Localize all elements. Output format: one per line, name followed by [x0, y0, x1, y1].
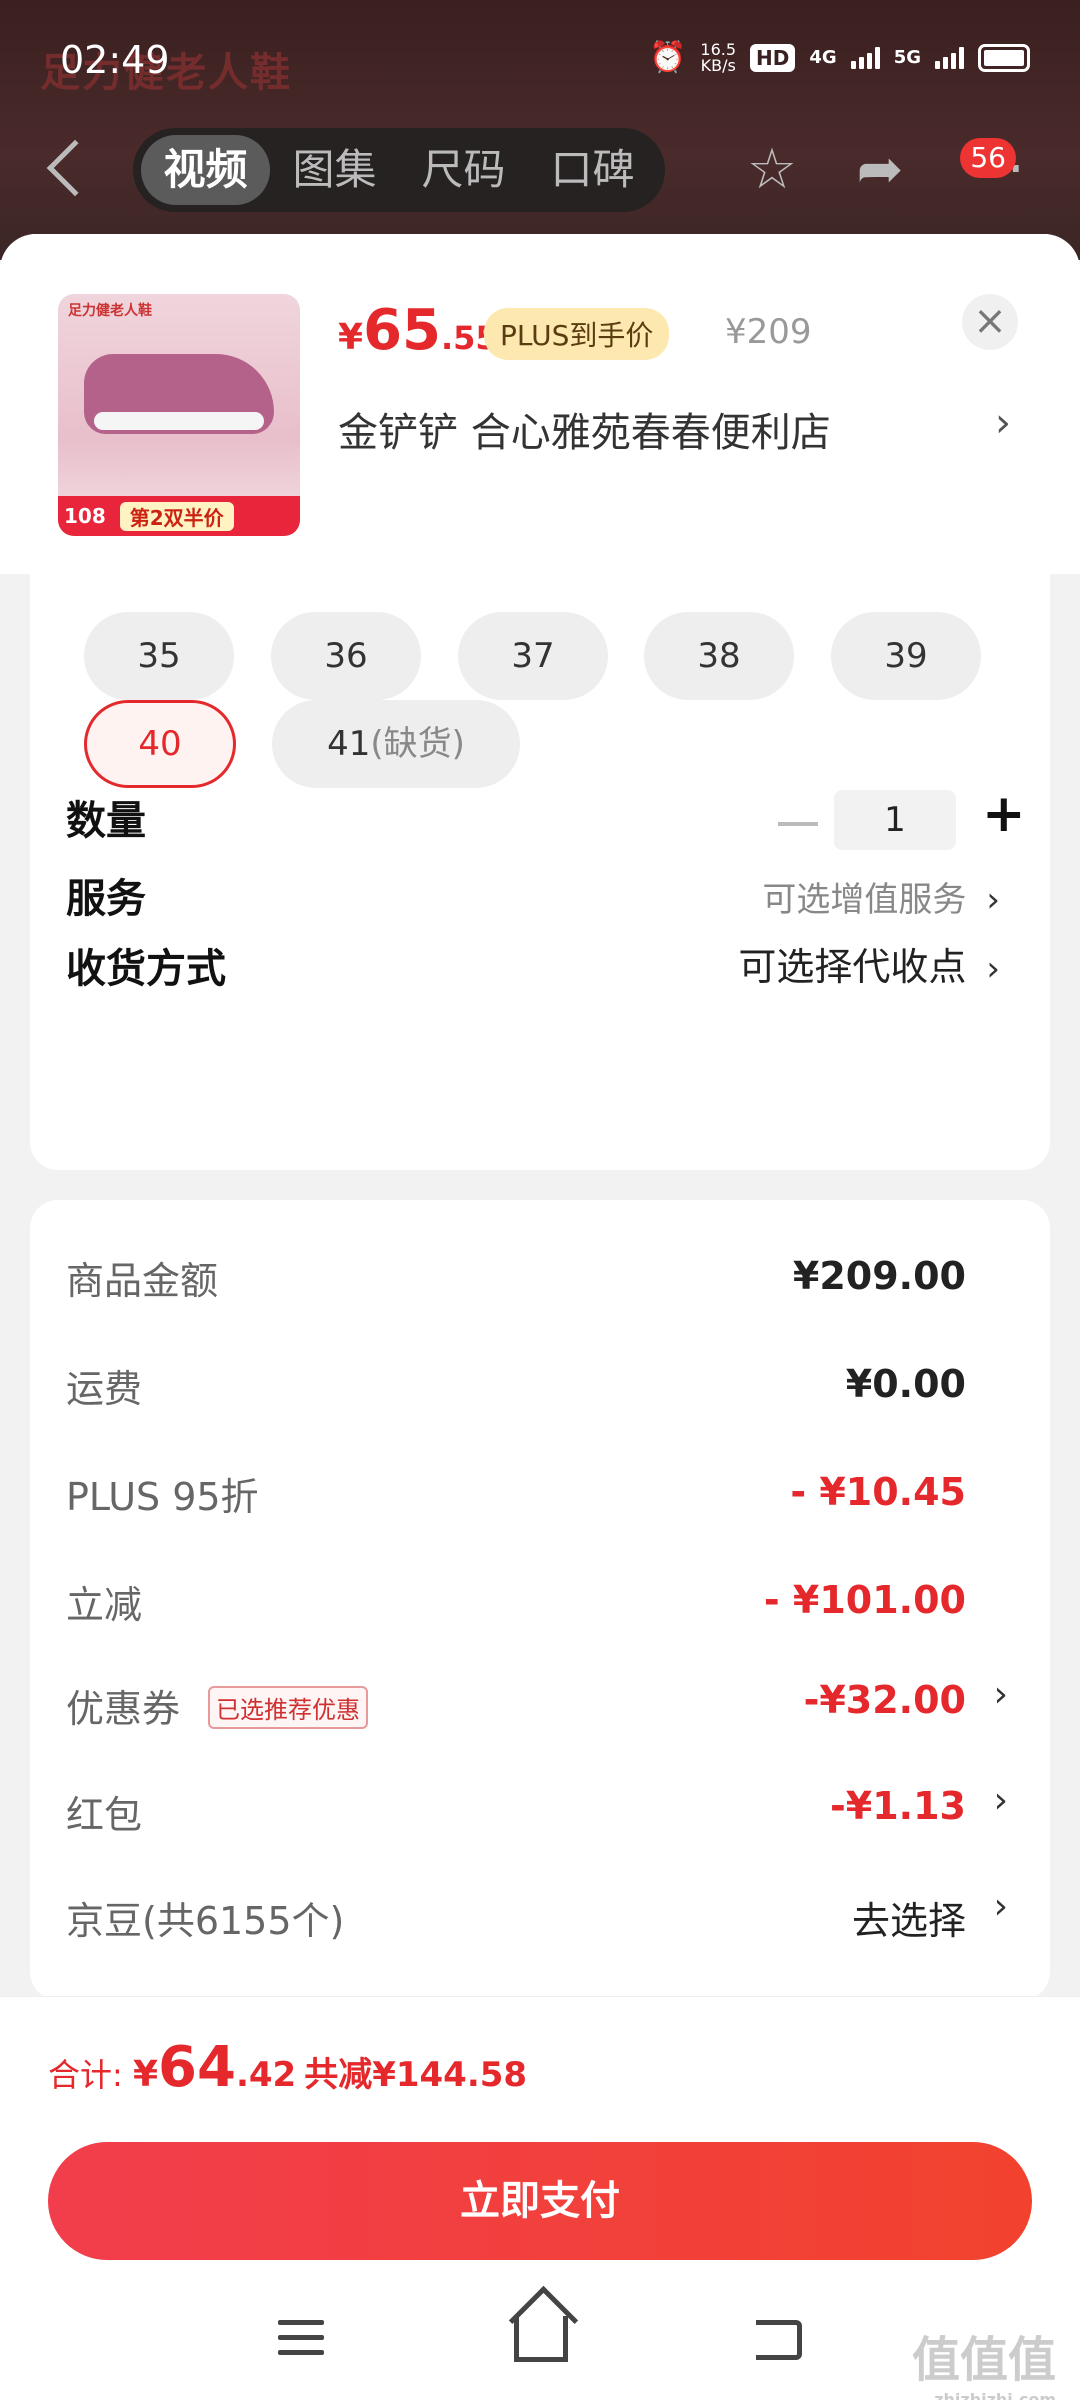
pay-now-button[interactable]: 立即支付 [48, 2142, 1032, 2260]
network-5g: 5G [893, 47, 921, 68]
product-thumbnail[interactable]: 足力健老人鞋 108 第2双半价 [58, 294, 300, 536]
watermark-main: 值值值 [911, 2332, 1056, 2388]
shop-chevron-icon[interactable]: › [995, 400, 1011, 446]
status-icons: ⏰ 16.5 KB/s HD 4G 5G [649, 40, 1030, 75]
service-selector[interactable]: 可选增值服务 › [762, 872, 1000, 921]
instant-discount-value: - ¥101.00 [763, 1578, 966, 1622]
plus-discount-label: PLUS 95折 [66, 1475, 259, 1519]
price-currency: ¥ [338, 317, 364, 358]
goods-amount-value: ¥209.00 [792, 1254, 966, 1298]
home-icon[interactable] [514, 2316, 568, 2362]
chevron-right-icon: › [986, 880, 1000, 920]
delivery-value: 可选择代收点 [738, 945, 967, 989]
total-integer: 64 [158, 2035, 236, 2100]
tab-video[interactable]: 视频 [141, 135, 270, 205]
red-packet-label: 红包 [66, 1793, 143, 1837]
jingdou-select[interactable]: 去选择 [852, 1890, 966, 1945]
message-badge: 56 [960, 138, 1016, 178]
promo-half-price: 第2双半价 [119, 501, 234, 531]
size-option[interactable]: 36 [271, 612, 421, 700]
size-value: 41 [327, 724, 371, 764]
share-icon[interactable]: ➦ [850, 142, 910, 202]
size-option-selected[interactable]: 40 [84, 700, 236, 788]
original-price: ¥209 [725, 312, 812, 352]
shop-name[interactable]: 金铲铲 合心雅苑春春便利店 [338, 400, 831, 458]
plus-price-tag: PLUS到手价 [484, 308, 670, 360]
quantity-label: 数量 [66, 798, 146, 844]
more-icon[interactable]: ··· 56 [958, 138, 1038, 202]
coupon-value[interactable]: -¥32.00 [804, 1678, 966, 1722]
chevron-right-icon[interactable]: › [994, 1780, 1008, 1821]
delivery-label: 收货方式 [66, 946, 226, 992]
options-card: 35 36 37 38 39 40 41(缺货) 数量 1 + 服务 可选增值服… [30, 570, 1050, 1170]
thumbnail-logo: 足力健老人鞋 [68, 303, 152, 319]
size-option[interactable]: 35 [84, 612, 234, 700]
chevron-right-icon[interactable]: › [994, 1886, 1008, 1927]
back-icon[interactable] [46, 139, 104, 197]
chevron-right-icon[interactable]: › [994, 1674, 1008, 1715]
size-option[interactable]: 38 [644, 612, 794, 700]
alarm-icon: ⏰ [649, 40, 687, 75]
fee-breakdown-card: 商品金额 ¥209.00 运费 ¥0.00 PLUS 95折 - ¥10.45 … [30, 1200, 1050, 2000]
watermark-sub: zhizhizhi.com [934, 2390, 1056, 2400]
hd-icon: HD [750, 43, 796, 72]
status-time: 02:49 [60, 38, 170, 82]
promo-number: 108 [64, 504, 106, 528]
jingdou-label: 京豆(共6155个) [66, 1899, 345, 1943]
total-decimal: .42 [235, 2055, 297, 2095]
size-option-out-of-stock[interactable]: 41(缺货) [272, 700, 520, 788]
favorite-star-icon[interactable]: ☆ [742, 142, 802, 202]
out-of-stock-label: (缺货) [370, 724, 465, 764]
instant-discount-label: 立减 [66, 1583, 143, 1627]
menu-icon[interactable] [278, 2320, 324, 2365]
close-button[interactable]: × [962, 294, 1018, 350]
tab-size[interactable]: 尺码 [399, 135, 528, 205]
total-saved: 共减¥144.58 [304, 2055, 528, 2095]
quantity-input[interactable]: 1 [834, 790, 956, 850]
battery-icon [978, 43, 1030, 72]
plus-discount-value: - ¥10.45 [790, 1470, 966, 1514]
chevron-right-icon: › [986, 949, 1000, 989]
total-label: 合计: [48, 2056, 133, 2094]
product-price: ¥65.55 [338, 298, 498, 363]
total-currency: ¥ [132, 2054, 159, 2095]
product-header: 足力健老人鞋 108 第2双半价 ¥65.55 PLUS到手价 ¥209 × 金… [0, 234, 1080, 574]
thumbnail-promo-strip: 108 第2双半价 [58, 496, 300, 536]
tab-gallery[interactable]: 图集 [270, 135, 399, 205]
service-value: 可选增值服务 [762, 880, 967, 920]
net-speed: 16.5 KB/s [700, 41, 736, 75]
shipping-value: ¥0.00 [845, 1362, 966, 1406]
size-option[interactable]: 37 [458, 612, 608, 700]
coupon-recommended-tag: 已选推荐优惠 [208, 1686, 368, 1729]
signal-icon [850, 46, 880, 69]
shoe-sole [94, 412, 264, 430]
order-total: 合计: ¥64.42 共减¥144.58 [48, 2035, 527, 2100]
delivery-selector[interactable]: 可选择代收点 › [738, 936, 1000, 991]
coupon-label: 优惠券 [66, 1687, 181, 1731]
shipping-label: 运费 [66, 1367, 143, 1411]
red-packet-value[interactable]: -¥1.13 [830, 1784, 966, 1828]
tab-reviews[interactable]: 口碑 [528, 135, 657, 205]
quantity-decrease-button[interactable] [778, 822, 818, 826]
top-nav: 视频 图集 尺码 口碑 ☆ ➦ ··· 56 [0, 128, 1080, 218]
net-speed-unit: KB/s [700, 55, 736, 75]
site-watermark: 值值值 zhizhizhi.com [912, 2320, 1056, 2400]
media-tabs: 视频 图集 尺码 口碑 [133, 128, 665, 212]
network-4g: 4G [809, 47, 837, 68]
signal-icon-2 [935, 46, 964, 69]
price-integer: 65 [363, 298, 441, 363]
size-option[interactable]: 39 [831, 612, 981, 700]
quantity-increase-button[interactable]: + [982, 784, 1026, 844]
goods-amount-label: 商品金额 [66, 1259, 219, 1303]
back-nav-icon[interactable] [756, 2320, 802, 2360]
service-label: 服务 [66, 876, 146, 922]
